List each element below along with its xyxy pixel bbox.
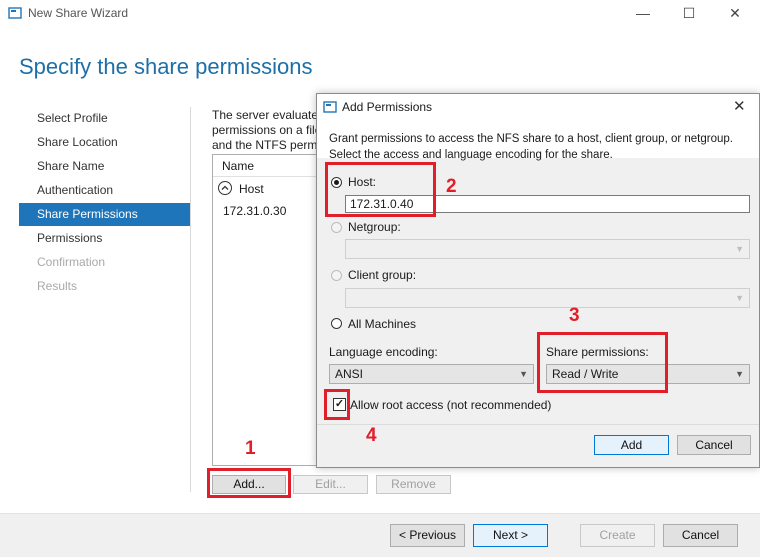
collapse-icon[interactable] xyxy=(218,181,232,195)
netgroup-radio[interactable] xyxy=(331,222,342,233)
annotation-box-allow-root xyxy=(324,389,350,420)
language-encoding-label: Language encoding: xyxy=(329,345,438,359)
maximize-button[interactable]: ☐ xyxy=(666,0,712,28)
close-button[interactable]: ✕ xyxy=(712,0,758,28)
nav-item-share-location[interactable]: Share Location xyxy=(19,131,190,154)
dialog-intro-line2: Select the access and language encoding … xyxy=(329,149,613,161)
edit-button[interactable]: Edit... xyxy=(293,475,368,494)
dialog-title: Add Permissions xyxy=(342,100,433,114)
page-title: Specify the share permissions xyxy=(19,54,313,79)
dialog-icon xyxy=(323,101,337,113)
all-machines-label: All Machines xyxy=(348,317,417,331)
annotation-number-2: 2 xyxy=(446,176,457,197)
language-encoding-select[interactable]: ANSI ▼ xyxy=(329,364,534,384)
dialog-divider xyxy=(317,424,759,425)
netgroup-select[interactable]: ▼ xyxy=(345,239,750,259)
share-wizard-icon xyxy=(8,7,22,19)
client-group-select[interactable]: ▼ xyxy=(345,288,750,308)
previous-button[interactable]: < Previous xyxy=(390,524,465,547)
client-group-label: Client group: xyxy=(348,268,417,282)
language-encoding-value: ANSI xyxy=(335,367,364,381)
cancel-button[interactable]: Cancel xyxy=(663,524,738,547)
annotation-number-4: 4 xyxy=(366,425,377,446)
minimize-button[interactable]: — xyxy=(620,0,666,28)
dialog-intro-area: Grant permissions to access the NFS shar… xyxy=(317,121,759,161)
dialog-titlebar: Add Permissions ✕ xyxy=(317,94,759,121)
annotation-number-1: 1 xyxy=(245,438,256,459)
chevron-down-icon: ▼ xyxy=(735,244,744,254)
create-button[interactable]: Create xyxy=(580,524,655,547)
description-line: and the NTFS permi xyxy=(212,138,321,152)
window-titlebar: New Share Wizard — ☐ ✕ xyxy=(0,0,760,28)
annotation-number-3: 3 xyxy=(569,305,580,326)
dialog-cancel-button[interactable]: Cancel xyxy=(677,435,751,455)
description-line: permissions on a file xyxy=(212,123,322,137)
dialog-intro-line1: Grant permissions to access the NFS shar… xyxy=(329,133,733,145)
chevron-down-icon: ▼ xyxy=(735,369,744,379)
column-header-name[interactable]: Name xyxy=(213,155,317,177)
permissions-list[interactable]: Name Host 172.31.0.30 xyxy=(212,154,318,466)
dialog-add-button[interactable]: Add xyxy=(594,435,669,455)
allow-root-label: Allow root access (not recommended) xyxy=(350,398,552,412)
nav-item-confirmation: Confirmation xyxy=(37,255,106,269)
nav-divider xyxy=(190,107,191,492)
permissions-description: The server evaluates permissions on a fi… xyxy=(212,108,322,153)
all-machines-radio[interactable] xyxy=(331,318,342,329)
add-permissions-dialog: Add Permissions ✕ Grant permissions to a… xyxy=(316,93,760,468)
nav-item-select-profile[interactable]: Select Profile xyxy=(19,107,190,130)
nav-item-permissions[interactable]: Permissions xyxy=(19,227,190,250)
chevron-down-icon: ▼ xyxy=(735,293,744,303)
list-item[interactable]: 172.31.0.30 xyxy=(223,204,286,218)
annotation-box-share-permissions xyxy=(537,332,668,393)
dialog-close-icon[interactable]: ✕ xyxy=(733,97,746,115)
window-title: New Share Wizard xyxy=(28,6,129,20)
description-line: The server evaluates xyxy=(212,108,322,122)
next-button[interactable]: Next > xyxy=(473,524,548,547)
group-label-host: Host xyxy=(239,182,264,196)
nav-item-authentication[interactable]: Authentication xyxy=(19,179,190,202)
remove-button[interactable]: Remove xyxy=(376,475,451,494)
nav-item-share-permissions[interactable]: Share Permissions xyxy=(19,203,190,226)
chevron-down-icon: ▼ xyxy=(519,369,528,379)
annotation-box-host xyxy=(325,162,436,217)
client-group-radio[interactable] xyxy=(331,270,342,281)
annotation-box-add xyxy=(207,468,291,498)
netgroup-label: Netgroup: xyxy=(348,220,401,234)
nav-item-share-name[interactable]: Share Name xyxy=(19,155,190,178)
nav-item-results: Results xyxy=(37,279,78,293)
